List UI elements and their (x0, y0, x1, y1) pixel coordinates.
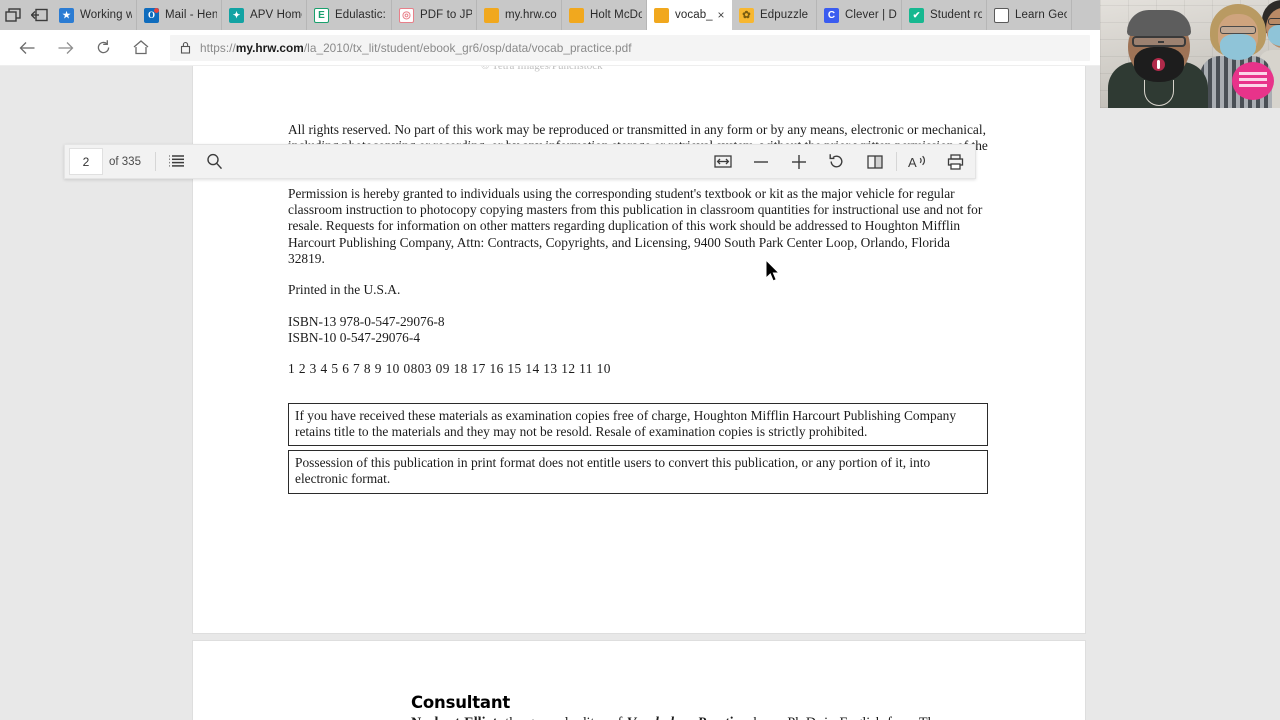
webcam-person-2-mask (1220, 34, 1256, 60)
forward-button[interactable] (48, 31, 82, 65)
student-icon (909, 7, 924, 23)
apv-icon (229, 7, 244, 23)
tab-label: APV Home (250, 9, 302, 21)
close-icon[interactable]: × (715, 9, 727, 21)
page-total-label: of 335 (109, 155, 141, 168)
webcam-pink-badge (1232, 62, 1274, 100)
tab-label: Edpuzzle (760, 9, 809, 21)
printed-in-usa: Printed in the U.S.A. (288, 282, 401, 298)
back-button[interactable] (10, 31, 44, 65)
isbn-13: ISBN-13 978-0-547-29076-8 (288, 313, 445, 329)
fit-to-page-icon[interactable] (704, 145, 742, 178)
pdf-page-3: Consultant Norbert Elliot, the general e… (193, 641, 1085, 720)
webcam-mask-logo-icon (1152, 58, 1165, 71)
browser-tab[interactable]: Working w× (52, 0, 137, 30)
browser-tab[interactable]: APV Home× (222, 0, 307, 30)
unread-dot-icon (154, 7, 159, 13)
search-icon[interactable] (196, 145, 234, 178)
set-tabs-aside-icon[interactable] (26, 0, 52, 30)
permission-paragraph: Permission is hereby granted to individu… (288, 185, 983, 267)
tab-label: Edulastic: I (335, 9, 387, 21)
examination-copies-notice: If you have received these materials as … (288, 402, 988, 447)
book-title: Vocabulary Practice (627, 715, 746, 720)
edulastic-icon (314, 7, 329, 23)
address-bar[interactable]: https://my.hrw.com/la_2010/tx_lit/studen… (170, 34, 1090, 61)
tab-label: Student ro (930, 9, 982, 21)
navigation-bar: https://my.hrw.com/la_2010/tx_lit/studen… (0, 30, 1280, 66)
browser-tab[interactable]: vocab_ × (647, 0, 732, 30)
browser-tab[interactable]: Clever | Di× (817, 0, 902, 30)
browser-tab[interactable]: Holt McDo× (562, 0, 647, 30)
browser-tab[interactable]: Learn Geo× (987, 0, 1072, 30)
zoom-in-icon[interactable] (780, 145, 818, 178)
toolbar-divider-2 (895, 152, 897, 171)
print-icon[interactable] (937, 145, 975, 178)
svg-text:A: A (908, 155, 917, 170)
webcam-person-1-glasses-icon (1132, 36, 1186, 47)
toolbar-divider-1 (154, 152, 156, 171)
hrw-icon (654, 7, 669, 23)
webcam-person-2-glasses-icon (1220, 26, 1256, 34)
edpuzzle-icon (739, 7, 754, 23)
webcam-person-3-glasses-icon (1268, 18, 1280, 25)
pdf-viewer[interactable]: © Tetra Images/Punchstock All rights res… (0, 66, 1280, 720)
tab-label: Mail - Hen (165, 9, 217, 21)
tab-strip: Working w×Mail - Hen×APV Home×Edulastic:… (0, 0, 1280, 30)
tab-overview-icon[interactable] (0, 0, 26, 30)
learn-geo-icon (994, 7, 1009, 23)
refresh-button[interactable] (86, 31, 120, 65)
tab-label: my.hrw.com (505, 9, 557, 21)
consultant-heading: Consultant (411, 693, 511, 712)
browser-tab[interactable]: Edulastic: I× (307, 0, 392, 30)
printing-run-numbers: 1 2 3 4 5 6 7 8 9 10 0803 09 18 17 16 15… (288, 361, 611, 377)
isbn-10: ISBN-10 0-547-29076-4 (288, 329, 421, 345)
tab-list: Working w×Mail - Hen×APV Home×Edulastic:… (52, 0, 1246, 30)
tab-label: Learn Geo (1015, 9, 1067, 21)
hrw-icon (484, 7, 499, 23)
browser-tab[interactable]: PDF to JPG× (392, 0, 477, 30)
isbn-block: ISBN-13 978-0-547-29076-8 ISBN-10 0-547-… (288, 314, 988, 347)
rotate-icon[interactable] (818, 145, 856, 178)
pdf-toolbar: 2 of 335 A (64, 144, 976, 179)
video-call-overlay[interactable] (1100, 0, 1280, 108)
zoom-out-icon[interactable] (742, 145, 780, 178)
browser-tab[interactable]: my.hrw.com× (477, 0, 562, 30)
star-blue-icon (59, 7, 74, 23)
pdf-to-jpg-icon (399, 7, 414, 23)
webcam-person-1-hair (1127, 10, 1191, 36)
url-text: https://my.hrw.com/la_2010/tx_lit/studen… (200, 40, 632, 55)
consultant-name: Norbert Elliot, (411, 715, 501, 720)
browser-tab[interactable]: Edpuzzle× (732, 0, 817, 30)
read-aloud-icon[interactable]: A (899, 145, 937, 178)
tab-label: Working w (80, 9, 132, 21)
page-number-input[interactable]: 2 (69, 148, 103, 175)
consultant-section: Consultant Norbert Elliot, the general e… (411, 693, 941, 720)
tab-label: vocab_ (675, 9, 713, 21)
page-layout-icon[interactable] (856, 145, 894, 178)
browser-tab[interactable]: Student ro× (902, 0, 987, 30)
table-of-contents-icon[interactable] (158, 145, 196, 178)
consultant-bio: Norbert Elliot, the general editor of Vo… (411, 714, 941, 720)
print-format-notice: Possession of this publication in print … (288, 450, 988, 494)
holt-icon (569, 7, 584, 23)
photo-credit-line: © Tetra Images/Punchstock (481, 66, 603, 72)
lock-icon (180, 41, 191, 54)
tab-label: Clever | Di (845, 9, 897, 21)
outlook-icon (144, 7, 159, 23)
tab-label: Holt McDo (590, 9, 642, 21)
browser-tab[interactable]: Mail - Hen× (137, 0, 222, 30)
clever-icon (824, 7, 839, 23)
home-button[interactable] (124, 31, 158, 65)
browser-window: Working w×Mail - Hen×APV Home×Edulastic:… (0, 0, 1280, 720)
tab-label: PDF to JPG (420, 9, 472, 21)
